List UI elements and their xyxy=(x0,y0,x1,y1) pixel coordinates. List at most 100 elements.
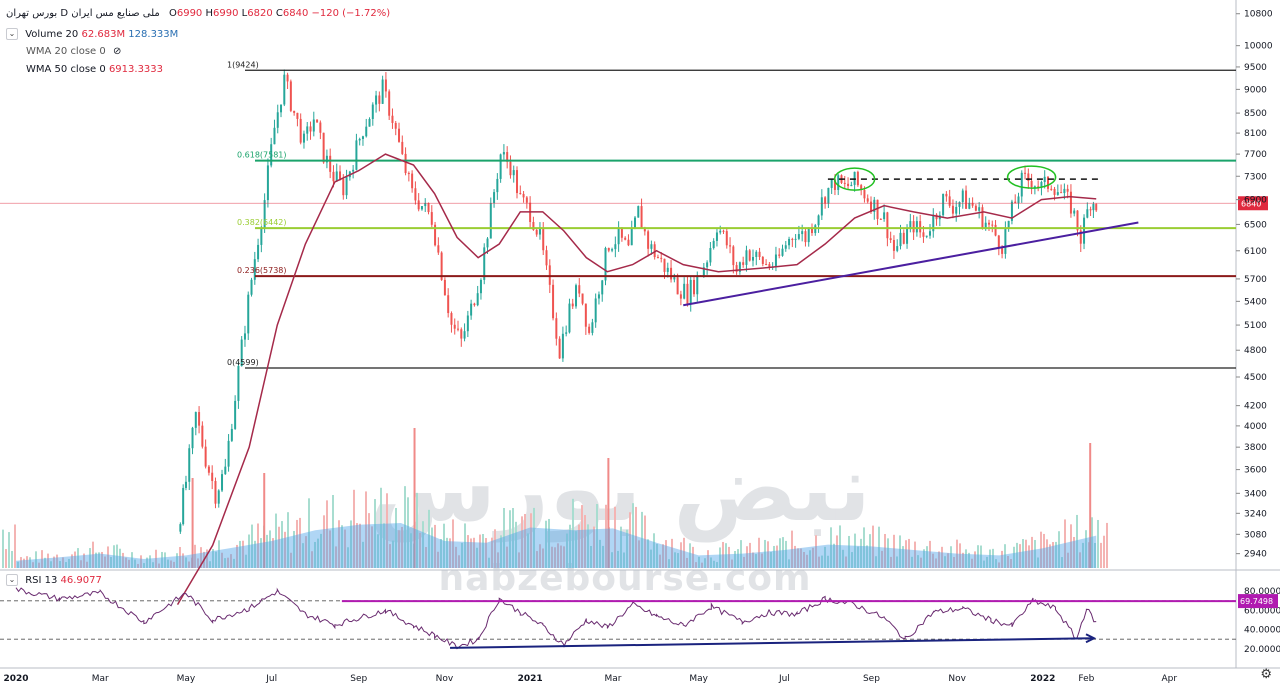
candle-body xyxy=(466,315,469,332)
candle-body xyxy=(942,193,945,216)
candle-body xyxy=(329,155,332,172)
chevron-down-icon[interactable]: ⌄ xyxy=(6,28,18,40)
candle-body xyxy=(902,232,905,244)
price-tick-label: 3600 xyxy=(1244,466,1267,476)
candle-body xyxy=(371,104,374,119)
candle-body xyxy=(276,112,279,128)
price-tick-label: 10800 xyxy=(1244,10,1273,20)
volume-bar xyxy=(14,524,16,568)
time-tick-label: Feb xyxy=(1078,674,1094,684)
candle-body xyxy=(847,183,850,187)
candle-body xyxy=(987,222,990,225)
wma20-label: WMA 20 close 0 xyxy=(26,46,106,57)
change-value: −120 (−1.72%) xyxy=(311,8,391,19)
candle-body xyxy=(391,115,394,123)
volume-bar xyxy=(11,550,13,568)
wma50-label: WMA 50 close 0 xyxy=(26,64,106,75)
price-tick-label: 3800 xyxy=(1244,443,1267,453)
candle-body xyxy=(866,198,869,202)
candle-body xyxy=(552,284,555,319)
candle-body xyxy=(889,238,892,241)
candle-body xyxy=(345,177,348,196)
eye-off-icon[interactable]: ⊘ xyxy=(113,46,121,57)
candle-body xyxy=(486,238,489,248)
rsi-divergence-line xyxy=(450,637,1093,649)
candle-body xyxy=(804,231,807,243)
candle-body xyxy=(398,128,401,142)
volume-bar xyxy=(1097,519,1099,568)
candle-body xyxy=(1066,188,1069,192)
chevron-down-icon[interactable]: ⌄ xyxy=(6,574,18,586)
volume-legend[interactable]: ⌄ Volume 20 62.683M 128.333M xyxy=(6,28,178,40)
gear-icon[interactable]: ⚙ xyxy=(1260,666,1272,682)
price-tick-label: 6100 xyxy=(1244,247,1267,257)
candle-body xyxy=(427,203,430,213)
candle-body xyxy=(640,206,643,229)
candle-body xyxy=(457,328,460,330)
candle-body xyxy=(502,152,505,155)
candle-body xyxy=(951,205,954,214)
price-tick-label: 3400 xyxy=(1244,489,1267,499)
wma50-legend[interactable]: WMA 50 close 0 6913.3333 xyxy=(26,64,163,75)
candle-body xyxy=(309,126,312,132)
candle-body xyxy=(797,234,800,239)
candle-body xyxy=(637,206,640,218)
rsi-legend[interactable]: ⌄ RSI 13 46.9077 xyxy=(6,574,102,586)
rsi-tick-label: 40.0000 xyxy=(1244,626,1280,636)
candle-body xyxy=(184,481,187,488)
volume-bar xyxy=(8,532,10,568)
candle-body xyxy=(257,244,260,260)
rsi-tick-label: 20.0000 xyxy=(1244,645,1280,655)
candle-body xyxy=(293,110,296,113)
candle-body xyxy=(365,126,368,137)
candle-body xyxy=(463,331,466,339)
candle-body xyxy=(496,178,499,193)
candle-body xyxy=(447,295,450,314)
candle-body xyxy=(778,254,781,256)
candle-body xyxy=(283,74,286,105)
fib-label: 0.382(6442) xyxy=(237,218,287,227)
candle-body xyxy=(194,412,197,428)
candle-body xyxy=(430,212,433,225)
h-label: H xyxy=(205,8,214,19)
wma20-legend[interactable]: WMA 20 close 0 ⊘ xyxy=(26,46,121,57)
candle-body xyxy=(896,246,899,251)
c-value: 6840 xyxy=(282,8,309,19)
candle-body xyxy=(581,293,584,304)
candle-body xyxy=(624,237,627,240)
chart-canvas: نبض بورس nabzebourse.com 1(9424) 0.618(75… xyxy=(0,0,1280,684)
candle-body xyxy=(1095,204,1098,211)
candle-body xyxy=(827,187,830,204)
candle-body xyxy=(765,263,768,265)
candle-body xyxy=(476,293,479,306)
candle-body xyxy=(388,91,391,116)
candle-body xyxy=(1092,204,1095,211)
candle-body xyxy=(673,277,676,280)
candle-body xyxy=(948,196,951,206)
candle-body xyxy=(630,227,633,246)
volume-bar xyxy=(5,549,7,568)
o-label: O xyxy=(168,8,177,19)
candle-body xyxy=(378,95,381,104)
candle-body xyxy=(198,412,201,426)
price-tick-label: 7700 xyxy=(1244,150,1267,160)
candle-body xyxy=(676,277,679,295)
candle-body xyxy=(207,466,210,473)
candle-body xyxy=(679,294,682,299)
candle-body xyxy=(594,298,597,323)
candle-body xyxy=(525,197,528,203)
candle-body xyxy=(955,206,958,214)
candle-body xyxy=(234,400,237,429)
price-tick-label: 8100 xyxy=(1244,129,1267,139)
price-tick-label: 5400 xyxy=(1244,297,1267,307)
candle-body xyxy=(820,197,823,216)
candle-body xyxy=(722,230,725,232)
support-trendline xyxy=(683,221,1139,307)
candle-body xyxy=(381,79,384,104)
candle-body xyxy=(650,244,653,249)
candle-body xyxy=(748,250,751,261)
volume-value: 62.683M xyxy=(81,29,126,40)
time-tick-label: Jul xyxy=(778,674,790,684)
candle-body xyxy=(558,338,561,359)
candle-body xyxy=(817,215,820,226)
